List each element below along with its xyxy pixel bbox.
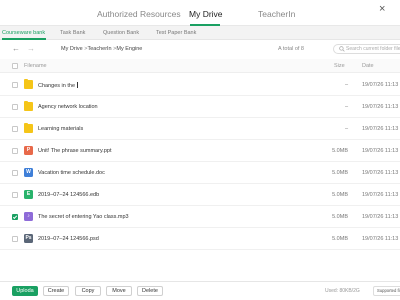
file-name-text: Unit! The phrase summary.ppt <box>38 148 112 154</box>
tab-authorized-resources[interactable]: Authorized Resources <box>97 9 181 19</box>
tab-teacherin[interactable]: TeacherIn <box>258 9 295 19</box>
folder-icon <box>24 100 33 111</box>
file-name[interactable]: Learning materials <box>38 126 83 132</box>
create-button[interactable]: Create <box>43 286 69 296</box>
file-row[interactable]: E 2019–07–24 124566.edb 5.0MB 19/07/26 11:1… <box>0 184 400 206</box>
ppt-file-icon: P <box>24 146 33 155</box>
folder-icon <box>24 78 33 89</box>
file-date: 19/07/26 11:13 <box>362 82 399 88</box>
file-date: 19/07/26 11:13 <box>362 126 399 132</box>
folder-row[interactable]: Agency network location – 19/07/26 11:13 <box>0 96 400 118</box>
folder-icon <box>24 122 33 133</box>
file-name-text: The secret of entering Yao class.mp3 <box>38 214 129 220</box>
storage-usage: Used: 80KB/2G <box>325 288 360 294</box>
top-tab-bar: Authorized Resources My Drive TeacherIn … <box>0 0 400 26</box>
row-checkbox[interactable] <box>12 148 18 154</box>
navigation-bar: ← → My Drive >TeacherIn >My Engine A tot… <box>0 40 400 58</box>
file-size: 5.0MB <box>332 236 348 242</box>
filename-column-header[interactable]: Filename <box>24 63 47 69</box>
file-size: 5.0MB <box>332 170 348 176</box>
folder-row[interactable]: Learning materials – 19/07/26 11:13 <box>0 118 400 140</box>
file-name[interactable]: The secret of entering Yao class.mp3 <box>38 214 129 220</box>
file-name[interactable]: 2019–07–24 124566.edb <box>38 192 99 198</box>
row-checkbox[interactable] <box>12 236 18 242</box>
forward-arrow-icon[interactable]: → <box>27 44 35 53</box>
total-count: A total of 8 <box>278 46 304 52</box>
row-checkbox[interactable] <box>12 82 18 88</box>
row-checkbox[interactable] <box>12 170 18 176</box>
breadcrumb: My Drive >TeacherIn >My Engine <box>61 46 142 52</box>
rename-field[interactable]: Changes in the <box>38 82 78 89</box>
breadcrumb-my-engine: My Engine <box>116 46 143 52</box>
tab-courseware-bank[interactable]: Courseware bank <box>2 30 45 36</box>
file-row[interactable]: P Unit! The phrase summary.ppt 5.0MB 19/07/… <box>0 140 400 162</box>
row-checkbox[interactable] <box>12 126 18 132</box>
search-input[interactable] <box>346 45 400 53</box>
tab-my-drive[interactable]: My Drive <box>189 9 223 19</box>
file-name[interactable]: Unit! The phrase summary.ppt <box>38 148 111 154</box>
file-date: 19/07/26 11:13 <box>362 236 399 242</box>
sub-tab-bar: Courseware bank Task Bank Question Bank … <box>0 26 400 40</box>
tab-test-paper-bank[interactable]: Test Paper Bank <box>156 30 196 36</box>
file-size: 5.0MB <box>332 148 348 154</box>
search-icon <box>339 46 345 52</box>
upload-button[interactable]: Uploda <box>12 286 38 296</box>
file-size: – <box>344 82 348 88</box>
search-box[interactable] <box>333 44 400 54</box>
file-name-text: Vacation time schedule.doc <box>38 170 105 176</box>
breadcrumb-teacherin[interactable]: TeacherIn <box>87 46 111 52</box>
select-all-checkbox[interactable] <box>12 63 18 69</box>
file-size: 5.0MB <box>332 214 348 220</box>
text-cursor <box>77 82 78 88</box>
breadcrumb-my-drive[interactable]: My Drive <box>61 46 83 52</box>
move-button[interactable]: Move <box>106 286 132 296</box>
file-date: 19/07/26 11:13 <box>362 170 399 176</box>
file-size: 5.0MB <box>332 192 348 198</box>
file-row[interactable]: ♪ The secret of entering Yao class.mp3 5.0… <box>0 206 400 228</box>
psd-file-icon: Ps <box>24 234 33 243</box>
size-column-header[interactable]: Size <box>334 63 345 69</box>
back-arrow-icon[interactable]: ← <box>12 44 20 53</box>
tab-task-bank[interactable]: Task Bank <box>60 30 85 36</box>
file-name-text: 2019–07–24 124566.psd <box>38 236 99 242</box>
file-size: – <box>344 126 348 132</box>
file-row[interactable]: Ps 2019–07–24 124566.psd 5.0MB 19/07/26 11:… <box>0 228 400 250</box>
file-name-text: Changes in the <box>38 83 77 89</box>
file-date: 19/07/26 11:13 <box>362 148 399 154</box>
tab-question-bank[interactable]: Question Bank <box>103 30 139 36</box>
supported-format-button[interactable]: Supported file format <box>373 286 400 296</box>
file-date: 19/07/26 11:13 <box>362 192 399 198</box>
file-name[interactable]: 2019–07–24 124566.psd <box>38 236 99 242</box>
file-size: – <box>344 104 348 110</box>
row-checkbox[interactable] <box>12 214 18 220</box>
edb-file-icon: E <box>24 190 33 199</box>
folder-row[interactable]: Changes in the – 19/07/26 11:13 <box>0 74 400 96</box>
copy-button[interactable]: Copy <box>75 286 101 296</box>
file-name-text: Learning materials <box>38 126 84 132</box>
file-date: 19/07/26 11:13 <box>362 214 399 220</box>
mp3-file-icon: ♪ <box>24 212 33 221</box>
date-column-header[interactable]: Date <box>362 63 374 69</box>
doc-file-icon: W <box>24 168 33 177</box>
file-date: 19/07/26 11:13 <box>362 104 399 110</box>
row-checkbox[interactable] <box>12 192 18 198</box>
file-row[interactable]: W Vacation time schedule.doc 5.0MB 19/07/26… <box>0 162 400 184</box>
file-name[interactable]: Agency network location <box>38 104 98 110</box>
close-icon[interactable]: × <box>379 4 385 15</box>
file-name-text: Agency network location <box>38 104 98 110</box>
file-name-text: 2019–07–24 124566.edb <box>38 192 100 198</box>
bottom-toolbar: Uploda Create Copy Move Delete Used: 80K… <box>0 281 400 300</box>
table-header: Filename Size Date <box>0 59 400 73</box>
file-name[interactable]: Vacation time schedule.doc <box>38 170 105 176</box>
row-checkbox[interactable] <box>12 104 18 110</box>
delete-button[interactable]: Delete <box>137 286 163 296</box>
